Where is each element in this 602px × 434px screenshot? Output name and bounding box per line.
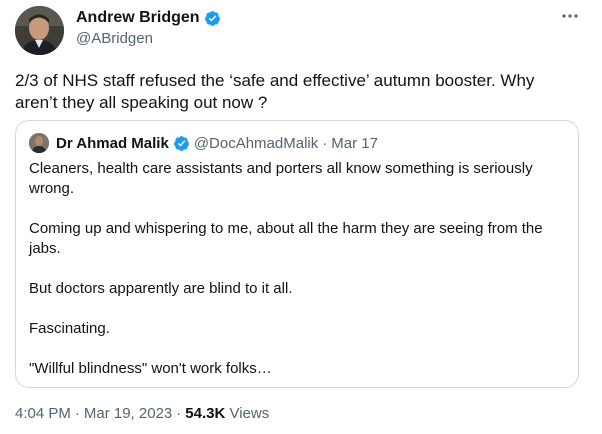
more-dots-icon [562,14,578,18]
quoted-date[interactable]: Mar 17 [331,135,378,152]
quoted-text: Cleaners, health care assistants and por… [29,159,567,399]
more-options-icon[interactable] [558,6,582,26]
quoted-paragraph: Cleaners, health care assistants and por… [29,160,533,197]
separator-dot: · [74,405,80,422]
tweet: Andrew Bridgen @ABridgen 2/3 of NHS staf… [0,0,602,434]
tweet-text: 2/3 of NHS staff refused the ‘safe and e… [15,71,540,112]
views-label: Views [229,405,270,422]
quoted-handle[interactable]: @DocAhmadMalik [194,135,318,152]
quoted-paragraph: Coming up and whispering to me, about al… [29,220,543,257]
author-name-row: Andrew Bridgen [76,9,221,27]
user-photo-icon [15,6,64,55]
tweet-meta: 4:04 PM · Mar 19, 2023 · 54.3K Views [15,405,269,422]
verified-badge-icon [204,10,220,26]
views-count: 54.3K [185,405,226,422]
quoted-paragraph: Fascinating. [29,320,110,337]
verified-badge-icon [173,135,189,151]
quoted-tweet[interactable]: Dr Ahmad Malik @DocAhmadMalik · Mar 17 C… [15,120,579,388]
quoted-paragraph: But doctors apparently are blind to it a… [29,280,293,297]
views: 54.3K Views [185,405,269,422]
quoted-header: Dr Ahmad Malik @DocAhmadMalik · Mar 17 [29,133,378,153]
separator-dot: · [176,405,182,422]
author-avatar[interactable] [15,6,64,55]
tweet-time[interactable]: 4:04 PM [15,405,71,422]
quoted-avatar[interactable] [29,133,49,153]
separator-dot: · [322,134,328,152]
author-display-name[interactable]: Andrew Bridgen [76,9,200,27]
user-photo-icon [29,133,49,153]
author-handle[interactable]: @ABridgen [76,30,153,47]
quoted-paragraph: "Willful blindness" won't work folks… [29,360,272,377]
tweet-date[interactable]: Mar 19, 2023 [84,405,172,422]
quoted-display-name[interactable]: Dr Ahmad Malik [56,135,169,152]
